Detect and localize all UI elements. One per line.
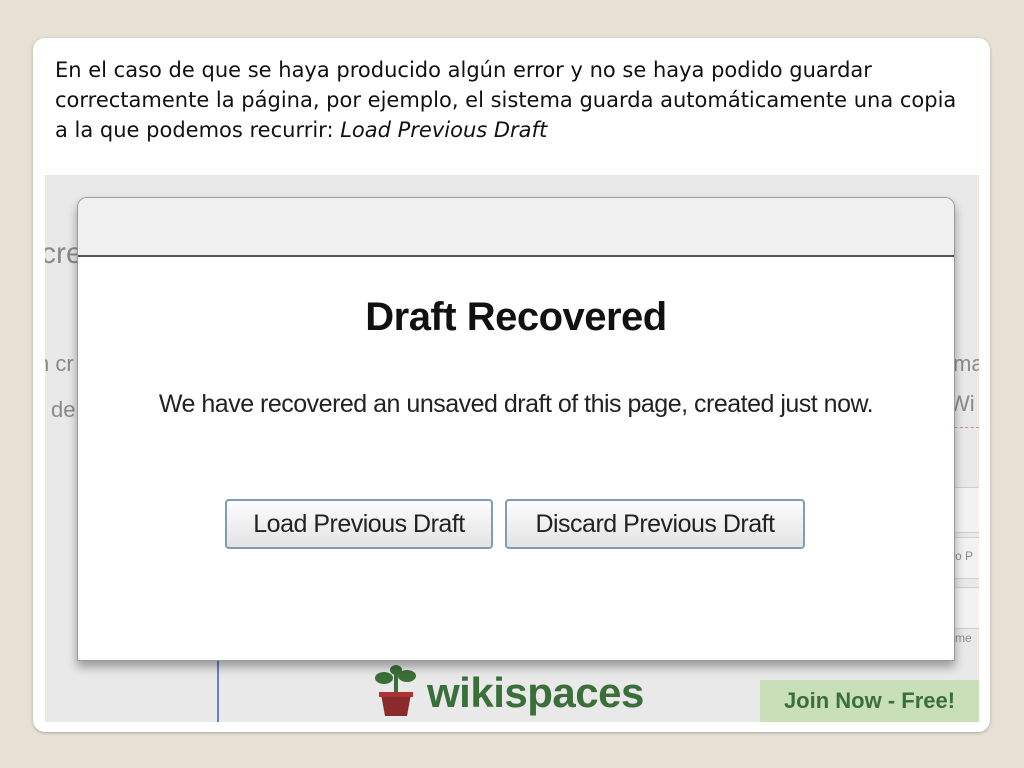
dialog-titlebar [78,198,954,257]
bg-text-fragment: n cr [45,351,74,376]
load-previous-draft-button[interactable]: Load Previous Draft [225,499,493,549]
dialog-title: Draft Recovered [365,295,667,339]
caption-emphasis: Load Previous Draft [340,118,548,142]
wikispaces-plant-icon [373,664,419,722]
dialog-message: We have recovered an unsaved draft of th… [158,390,874,418]
bg-text-fragment: o P [955,549,974,563]
bg-text-fragment: de [51,397,76,422]
slide-card: En el caso de que se haya producido algú… [33,38,990,732]
bg-input-box [953,587,979,629]
draft-recovered-dialog: Draft Recovered We have recovered an uns… [77,197,955,661]
discard-previous-draft-button[interactable]: Discard Previous Draft [505,499,805,549]
slide-caption: En el caso de que se haya producido algú… [55,55,975,145]
join-now-label: Join Now - Free! [783,688,956,713]
wikispaces-wordmark: wikispaces [427,669,644,716]
join-now-banner[interactable]: Join Now - Free! [760,680,979,722]
bg-text-fragment: me [955,631,972,645]
bg-input-box [953,487,979,533]
screenshot-area: cre n cr de ma Wi o P me wikispaces [45,175,979,722]
wikispaces-logo: wikispaces [373,665,644,721]
bg-vertical-line [217,655,219,722]
bg-text-fragment: ma [953,351,979,376]
